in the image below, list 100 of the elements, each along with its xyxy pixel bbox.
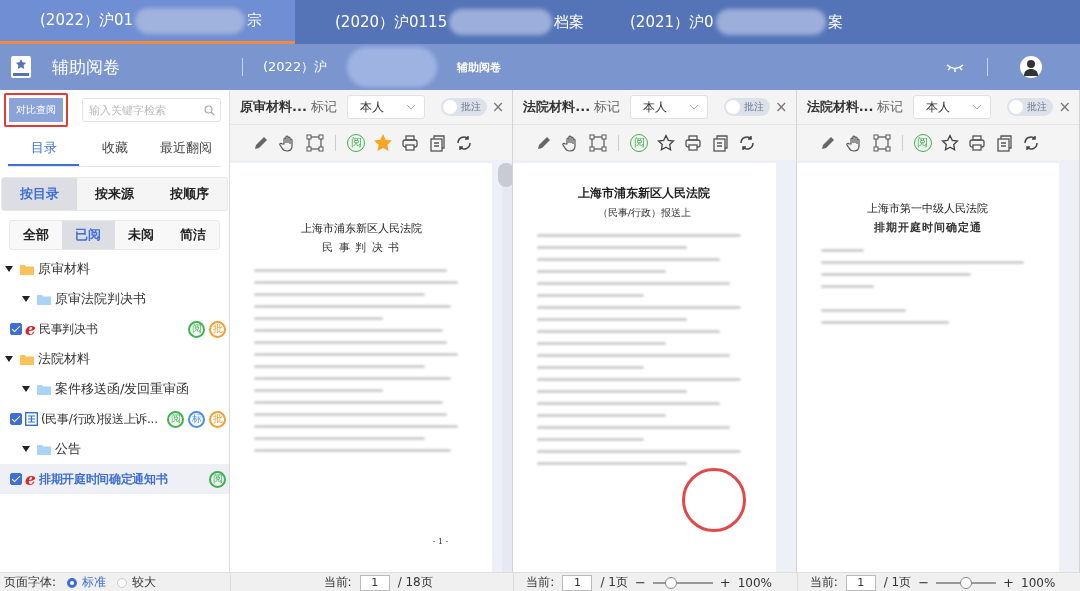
annotation-toggle[interactable]: 批注 bbox=[1007, 98, 1054, 116]
close-button[interactable]: × bbox=[1058, 98, 1071, 116]
folder-label[interactable]: 原审材料 bbox=[38, 260, 90, 278]
current-page-label: 当前: bbox=[526, 574, 555, 591]
owner-dropdown[interactable]: 本人 bbox=[630, 95, 709, 119]
status-badge: 批 bbox=[209, 410, 226, 428]
status-badge: 批 bbox=[209, 320, 226, 338]
refresh-icon[interactable] bbox=[1021, 133, 1040, 152]
expanded-arrow-icon[interactable] bbox=[5, 356, 13, 362]
chevron-down-icon bbox=[405, 104, 416, 110]
document-row[interactable]: e 排期开庭时间确定通知书 阅 bbox=[0, 464, 229, 494]
case-tab[interactable]: (2020）沪0115 档案 bbox=[295, 0, 590, 44]
selection-frame-icon[interactable] bbox=[306, 133, 324, 152]
document-row[interactable]: (民事/行政)报送上诉... 阅 标 批 bbox=[0, 404, 229, 434]
page-input[interactable]: 1 bbox=[359, 574, 390, 591]
e-document-icon: e bbox=[25, 320, 36, 338]
zoom-out-button[interactable]: − bbox=[918, 575, 930, 590]
page-number: - 1 - bbox=[432, 537, 449, 546]
annotation-toggle[interactable]: 批注 bbox=[440, 98, 487, 116]
page-total: / 1页 bbox=[883, 574, 912, 591]
radio-label[interactable]: 标准 bbox=[82, 574, 107, 591]
filter-tab[interactable]: 简洁 bbox=[166, 221, 219, 249]
case-number: (2022）沪 bbox=[263, 58, 328, 76]
expanded-arrow-icon[interactable] bbox=[22, 296, 30, 302]
document-label: 民事判决书 bbox=[38, 320, 98, 338]
star-icon[interactable] bbox=[657, 133, 676, 152]
folder-label[interactable]: 原审法院判决书 bbox=[55, 290, 146, 308]
chevron-down-icon bbox=[689, 104, 700, 110]
folder-label[interactable]: 案件移送函/发回重审函 bbox=[55, 380, 190, 398]
slider-thumb[interactable] bbox=[960, 576, 973, 589]
owner-dropdown[interactable]: 本人 bbox=[913, 95, 992, 119]
page-total: / 1页 bbox=[600, 574, 628, 591]
checkbox[interactable] bbox=[10, 473, 22, 485]
print-icon[interactable] bbox=[967, 133, 986, 152]
zoom-out-button[interactable]: − bbox=[634, 575, 646, 590]
filter-tab[interactable]: 已阅 bbox=[62, 221, 115, 249]
page-input[interactable]: 1 bbox=[845, 574, 876, 591]
close-button[interactable]: × bbox=[491, 98, 505, 116]
folder-icon bbox=[20, 263, 34, 275]
star-icon[interactable] bbox=[940, 133, 959, 152]
radio-button[interactable] bbox=[67, 577, 78, 588]
radio-label[interactable]: 较大 bbox=[132, 574, 157, 591]
sidebar-tab[interactable]: 收藏 bbox=[79, 134, 150, 166]
zoom-level: 100% bbox=[1021, 575, 1056, 590]
copy-icon[interactable] bbox=[994, 133, 1013, 152]
refresh-icon[interactable] bbox=[455, 133, 473, 152]
seal-stamp-drawing bbox=[681, 468, 746, 532]
panel-title: 法院材料... bbox=[523, 98, 591, 116]
folder-icon bbox=[37, 383, 51, 395]
status-badge: 阅 bbox=[167, 410, 184, 428]
document-label: 排期开庭时间确定通知书 bbox=[38, 470, 168, 488]
selection-frame-icon[interactable] bbox=[589, 133, 608, 152]
print-icon[interactable] bbox=[401, 133, 419, 152]
search-field[interactable]: 输入关键字检索 bbox=[82, 98, 221, 122]
panel-title: 法院材料... bbox=[806, 98, 874, 116]
expanded-arrow-icon[interactable] bbox=[5, 266, 13, 272]
checkbox[interactable] bbox=[10, 413, 22, 425]
annotation-toggle[interactable]: 批注 bbox=[724, 98, 771, 116]
sort-mode-tab[interactable]: 按来源 bbox=[77, 178, 152, 210]
sidebar-tab[interactable]: 目录 bbox=[8, 134, 79, 166]
document-row[interactable]: e 民事判决书 阅 批 bbox=[0, 314, 229, 344]
zoom-level: 100% bbox=[737, 575, 772, 590]
print-icon[interactable] bbox=[684, 133, 703, 152]
document-heading: 上海市第一中级人民法院 bbox=[867, 201, 989, 216]
mode-label: 辅助阅卷 bbox=[457, 59, 502, 75]
copy-icon[interactable] bbox=[711, 133, 730, 152]
zoom-in-button[interactable]: + bbox=[719, 575, 731, 590]
document-title: 排期开庭时间确定通 bbox=[873, 220, 982, 235]
checkbox[interactable] bbox=[10, 323, 22, 335]
owner-dropdown[interactable]: 本人 bbox=[346, 95, 425, 119]
folder-label[interactable]: 公告 bbox=[55, 440, 81, 458]
zoom-in-button[interactable]: + bbox=[1003, 575, 1014, 590]
case-tab[interactable]: (2021）沪0 案 bbox=[590, 0, 885, 44]
document-title: 民 事 判 决 书 bbox=[322, 240, 401, 255]
page-input[interactable]: 1 bbox=[562, 574, 593, 591]
avatar[interactable] bbox=[1020, 56, 1042, 78]
document-heading: 上海市浦东新区人民法院 bbox=[578, 185, 711, 202]
e-document-icon: e bbox=[25, 470, 36, 488]
sort-mode-tab[interactable]: 按目录 bbox=[2, 178, 77, 210]
app-title: 辅助阅卷 bbox=[52, 55, 121, 79]
chevron-down-icon bbox=[972, 104, 983, 110]
sort-mode-tab[interactable]: 按顺序 bbox=[152, 178, 227, 210]
sidebar-tab[interactable]: 最近翻阅 bbox=[150, 134, 221, 166]
filter-tab[interactable]: 全部 bbox=[10, 221, 63, 249]
star-icon[interactable] bbox=[374, 133, 392, 152]
folder-icon bbox=[37, 443, 51, 455]
panel-title: 原审材料... bbox=[240, 98, 307, 116]
filter-tab[interactable]: 未阅 bbox=[114, 221, 167, 249]
folder-label[interactable]: 法院材料 bbox=[38, 350, 90, 368]
selection-frame-icon[interactable] bbox=[872, 133, 891, 152]
close-button[interactable]: × bbox=[775, 98, 788, 116]
copy-icon[interactable] bbox=[428, 133, 446, 152]
document-subtitle: （民事/行政）报送上 bbox=[597, 206, 692, 220]
folder-icon bbox=[20, 353, 34, 365]
expanded-arrow-icon[interactable] bbox=[22, 386, 30, 392]
font-setting-label: 页面字体: bbox=[4, 574, 57, 591]
slider-thumb[interactable] bbox=[664, 576, 677, 589]
expanded-arrow-icon[interactable] bbox=[22, 446, 30, 452]
refresh-icon[interactable] bbox=[738, 133, 757, 152]
status-badge: 阅 bbox=[209, 470, 226, 488]
